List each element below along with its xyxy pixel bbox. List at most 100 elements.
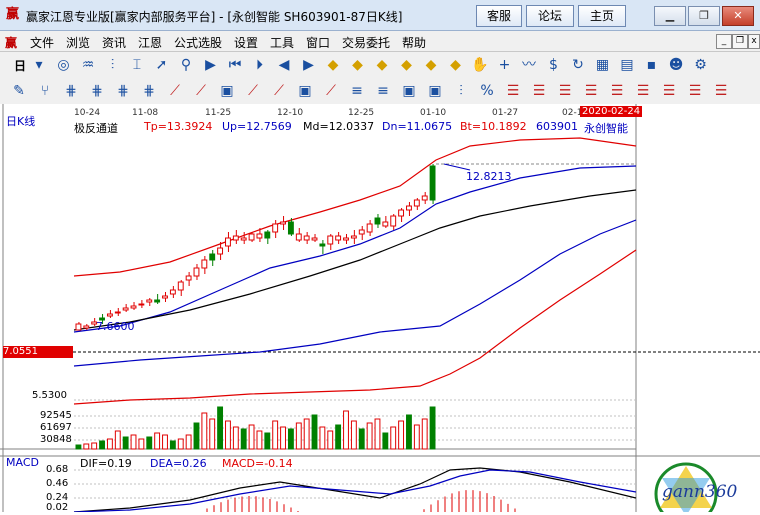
box-icon[interactable]: ▣ bbox=[426, 82, 444, 100]
flag-icon[interactable]: ▶ bbox=[202, 56, 220, 74]
customer-service-button[interactable]: 客服 bbox=[476, 5, 522, 27]
home-button[interactable]: 主页 bbox=[578, 5, 626, 27]
prev-icon[interactable]: ◀ bbox=[275, 56, 293, 74]
fib-icon[interactable]: ☰ bbox=[504, 82, 522, 100]
restore-icon[interactable]: ❐ bbox=[688, 6, 720, 26]
diamond-icon[interactable]: ◆ bbox=[349, 56, 367, 74]
candle-body bbox=[264, 231, 271, 239]
next-icon[interactable]: ▶ bbox=[300, 56, 318, 74]
refresh-icon[interactable]: ↻ bbox=[569, 56, 587, 74]
settings-icon[interactable]: ⚙ bbox=[692, 56, 710, 74]
gann-icon[interactable]: ⋕ bbox=[140, 82, 158, 100]
fan-icon[interactable]: ⟋ bbox=[322, 82, 340, 100]
menu-info[interactable]: 资讯 bbox=[102, 34, 126, 51]
diamond-icon[interactable]: ◆ bbox=[422, 56, 440, 74]
zoom-icon[interactable]: ⚲ bbox=[177, 56, 195, 74]
forum-button[interactable]: 论坛 bbox=[526, 5, 574, 27]
fan-icon[interactable]: ⟋ bbox=[192, 82, 210, 100]
menu-tools[interactable]: 工具 bbox=[270, 34, 294, 51]
stock-icon[interactable]: ◎ bbox=[55, 56, 73, 74]
stock-name: 永创智能 bbox=[584, 122, 628, 135]
volume-bar bbox=[162, 434, 168, 450]
chart-area[interactable]: 日K线 10-24 11-08 11-25 12-10 12-25 01-10 … bbox=[0, 104, 760, 515]
box-icon[interactable]: ▣ bbox=[218, 82, 236, 100]
save-icon[interactable]: ▪ bbox=[643, 56, 661, 74]
menu-trade[interactable]: 交易委托 bbox=[342, 34, 390, 51]
fib-icon[interactable]: ☰ bbox=[686, 82, 704, 100]
volume-bar bbox=[358, 428, 365, 450]
candle-icon[interactable]: ⌶ bbox=[128, 56, 146, 74]
fib-icon[interactable]: ☰ bbox=[582, 82, 600, 100]
box-icon[interactable]: ▣ bbox=[296, 82, 314, 100]
fan-icon[interactable]: ⟋ bbox=[166, 82, 184, 100]
volume-bar bbox=[327, 430, 334, 450]
fan-icon[interactable]: ⟋ bbox=[270, 82, 288, 100]
lines-icon[interactable]: ≡ bbox=[374, 82, 392, 100]
volume-bar bbox=[201, 412, 208, 450]
calendar-icon[interactable]: ▦ bbox=[594, 56, 612, 74]
kline-icon[interactable]: ♒ bbox=[79, 56, 97, 74]
price-label-low: 7.6600 bbox=[96, 320, 135, 333]
date-tick-4: 12-10 bbox=[277, 108, 304, 118]
percent-icon[interactable]: % bbox=[478, 82, 496, 100]
wave-icon[interactable]: 〰 bbox=[520, 56, 538, 74]
candle-body bbox=[280, 221, 286, 225]
menu-browse[interactable]: 浏览 bbox=[66, 34, 90, 51]
menu-settings[interactable]: 设置 bbox=[234, 34, 258, 51]
fan-icon[interactable]: ⟋ bbox=[244, 82, 262, 100]
mdi-restore-icon[interactable]: ❐ bbox=[732, 34, 748, 49]
left-axis-value: 7.0551 bbox=[3, 346, 73, 358]
minimize-icon[interactable]: ▁ bbox=[654, 6, 686, 26]
gann-icon[interactable]: ⋕ bbox=[62, 82, 80, 100]
fib-icon[interactable]: ☰ bbox=[530, 82, 548, 100]
macd-histogram bbox=[206, 490, 516, 512]
candle-body bbox=[398, 209, 405, 217]
fib-icon[interactable]: ☰ bbox=[634, 82, 652, 100]
pencil-icon[interactable]: ✎ bbox=[10, 82, 28, 100]
diamond-icon[interactable]: ◆ bbox=[447, 56, 465, 74]
channel-dn-line bbox=[73, 219, 637, 367]
hand-icon[interactable]: ✋ bbox=[471, 56, 489, 74]
close-icon[interactable]: ✕ bbox=[722, 6, 754, 26]
diamond-icon[interactable]: ◆ bbox=[373, 56, 391, 74]
first-icon[interactable]: ⏮ bbox=[226, 56, 244, 74]
fib-icon[interactable]: ☰ bbox=[608, 82, 626, 100]
mdi-close-icon[interactable]: x bbox=[748, 34, 760, 49]
menu-gann[interactable]: 江恩 bbox=[138, 34, 162, 51]
box-icon[interactable]: ▣ bbox=[400, 82, 418, 100]
people-icon[interactable]: ☻ bbox=[667, 56, 685, 74]
fib-icon[interactable]: ☰ bbox=[660, 82, 678, 100]
bars-icon[interactable]: ⫶ bbox=[452, 82, 470, 100]
candle-body bbox=[421, 195, 428, 201]
crosshair-icon[interactable]: + bbox=[496, 56, 514, 74]
lines-icon[interactable]: ≡ bbox=[348, 82, 366, 100]
fib-icon[interactable]: ☰ bbox=[712, 82, 730, 100]
period-selector[interactable]: 日 bbox=[14, 57, 26, 74]
arrow-icon[interactable]: ➚ bbox=[153, 56, 171, 74]
grid-icon[interactable]: ▤ bbox=[618, 56, 636, 74]
diamond-icon[interactable]: ◆ bbox=[324, 56, 342, 74]
gann-icon[interactable]: ⋕ bbox=[114, 82, 132, 100]
volume-bar bbox=[146, 436, 153, 450]
gann-icon[interactable]: ⋕ bbox=[88, 82, 106, 100]
candle-body bbox=[177, 281, 184, 291]
fib-icon[interactable]: ☰ bbox=[556, 82, 574, 100]
menu-formula-select[interactable]: 公式选股 bbox=[174, 34, 222, 51]
fork-icon[interactable]: ⑂ bbox=[36, 82, 54, 100]
dropdown-icon[interactable]: ▾ bbox=[30, 56, 48, 74]
volume-bar bbox=[217, 406, 224, 450]
candle-body bbox=[272, 223, 279, 233]
kline-chart[interactable] bbox=[0, 104, 760, 512]
mdi-minimize-icon[interactable]: _ bbox=[716, 34, 732, 49]
bars-icon[interactable]: ⫶ bbox=[104, 56, 122, 74]
app-menu-icon[interactable]: 赢 bbox=[5, 34, 17, 51]
play-icon[interactable]: ⏵ bbox=[251, 56, 269, 74]
menu-file[interactable]: 文件 bbox=[30, 34, 54, 51]
stock-code: 603901 bbox=[536, 120, 578, 133]
diamond-icon[interactable]: ◆ bbox=[398, 56, 416, 74]
menu-help[interactable]: 帮助 bbox=[402, 34, 426, 51]
date-tick-3: 11-25 bbox=[205, 108, 232, 118]
money-icon[interactable]: $ bbox=[545, 56, 563, 74]
menu-window[interactable]: 窗口 bbox=[306, 34, 330, 51]
macd-dea-line bbox=[73, 469, 637, 512]
